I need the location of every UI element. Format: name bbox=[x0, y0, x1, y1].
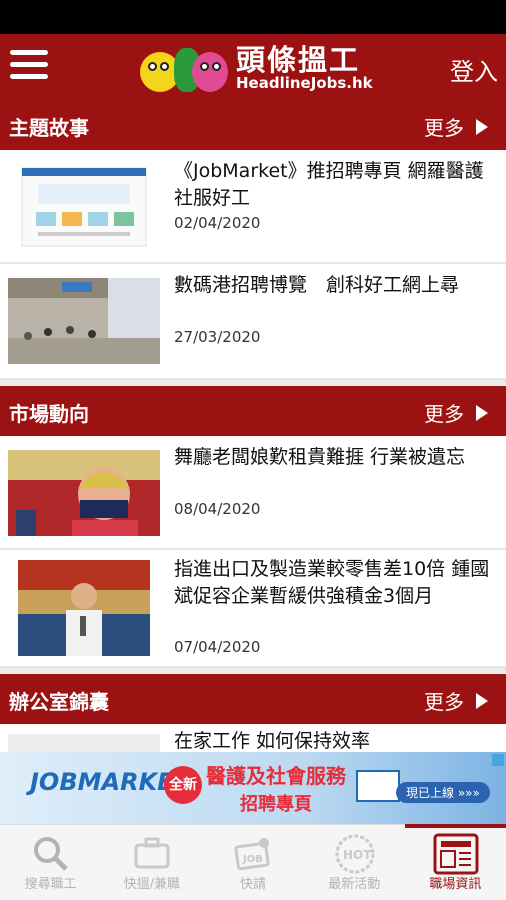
article-item[interactable]: 《JobMarket》推招聘專頁 網羅醫護社服好工 02/04/2020 bbox=[0, 150, 506, 264]
article-date: 07/04/2020 bbox=[174, 638, 261, 656]
mascot-logo-icon bbox=[138, 40, 230, 96]
app-logo[interactable]: 頭條搵工 HeadlineJobs.hk bbox=[138, 40, 373, 96]
tab-label: 搜尋職工 bbox=[24, 877, 77, 892]
article-item[interactable]: 指進出口及製造業較零售差10倍 鍾國斌促容企業暫緩供強積金3個月 07/04/2… bbox=[0, 550, 506, 668]
tab-search[interactable]: 搜尋職工 bbox=[0, 825, 101, 900]
article-title: 《JobMarket》推招聘專頁 網羅醫護社服好工 bbox=[174, 160, 484, 209]
hot-icon: HOT bbox=[335, 834, 375, 874]
search-icon bbox=[34, 837, 68, 871]
tab-parttime[interactable]: 快搵/兼職 bbox=[101, 825, 202, 900]
article-title: 舞廳老闆娘歎租貴難捱 行業被遺忘 bbox=[174, 446, 466, 468]
section-title: 辦公室錦囊 bbox=[9, 690, 109, 714]
section-header-featured: 主題故事 更多 bbox=[0, 100, 506, 150]
more-button[interactable]: 更多 bbox=[424, 686, 488, 715]
tab-label: 最新活動 bbox=[328, 877, 381, 892]
app-header: 頭條搵工 HeadlineJobs.hk 登入 bbox=[0, 34, 506, 100]
logo-subtitle: HeadlineJobs.hk bbox=[236, 74, 373, 92]
article-item[interactable]: 舞廳老闆娘歎租貴難捱 行業被遺忘 08/04/2020 bbox=[0, 436, 506, 550]
more-label: 更多 bbox=[424, 402, 464, 426]
login-button[interactable]: 登入 bbox=[450, 52, 498, 87]
news-icon bbox=[433, 833, 479, 875]
article-date: 08/04/2020 bbox=[174, 500, 261, 518]
more-label: 更多 bbox=[424, 690, 464, 714]
ad-info-icon[interactable] bbox=[492, 754, 504, 766]
tab-label: 快搵/兼職 bbox=[123, 877, 180, 892]
job-pin-icon: JOB bbox=[234, 838, 271, 871]
laptop-icon bbox=[356, 770, 400, 802]
article-date: 27/03/2020 bbox=[174, 328, 261, 346]
chevron-right-icon bbox=[476, 692, 488, 709]
tab-career-news[interactable]: 職場資訊 bbox=[404, 824, 506, 900]
banner-subline: 招聘專頁 bbox=[240, 794, 312, 815]
banner-badge: 全新 bbox=[164, 766, 202, 804]
ad-banner[interactable]: JOBMARKET 全新 醫護及社會服務 招聘專頁 現已上線 »»» bbox=[0, 752, 506, 824]
status-bar bbox=[0, 0, 506, 34]
briefcase-icon bbox=[134, 837, 170, 869]
more-label: 更多 bbox=[424, 116, 464, 140]
article-date: 02/04/2020 bbox=[174, 214, 261, 232]
article-title: 指進出口及製造業較零售差10倍 鍾國斌促容企業暫緩供強積金3個月 bbox=[174, 558, 490, 607]
section-header-office-tips: 辦公室錦囊 更多 bbox=[0, 674, 506, 724]
menu-icon[interactable] bbox=[10, 50, 48, 82]
more-button[interactable]: 更多 bbox=[424, 398, 488, 427]
section-title: 市場動向 bbox=[9, 402, 89, 426]
article-thumbnail bbox=[8, 164, 160, 250]
chevron-right-icon bbox=[476, 404, 488, 421]
section-header-market: 市場動向 更多 bbox=[0, 386, 506, 436]
chevron-right-icon bbox=[476, 118, 488, 135]
more-button[interactable]: 更多 bbox=[424, 112, 488, 141]
section-title: 主題故事 bbox=[9, 116, 89, 140]
tab-quick-hire[interactable]: JOB 快請 bbox=[202, 825, 303, 900]
banner-headline: 醫護及社會服務 bbox=[206, 764, 346, 788]
svg-text:JOB: JOB bbox=[242, 854, 263, 865]
banner-cta: 現已上線 »»» bbox=[396, 782, 490, 803]
article-thumbnail bbox=[8, 278, 160, 364]
bottom-tab-bar: 搜尋職工 快搵/兼職 JOB 快請 HOT 最新活動 職場資訊 bbox=[0, 824, 506, 900]
article-thumbnail bbox=[18, 560, 150, 656]
tab-label: 快請 bbox=[240, 877, 267, 892]
article-title: 在家工作 如何保持效率 bbox=[174, 730, 371, 752]
svg-text:HOT: HOT bbox=[343, 848, 372, 862]
article-title: 數碼港招聘博覽 創科好工網上尋 bbox=[174, 274, 460, 296]
logo-title: 頭條搵工 bbox=[236, 43, 361, 77]
article-item[interactable]: 數碼港招聘博覽 創科好工網上尋 27/03/2020 bbox=[0, 264, 506, 380]
tab-label: 職場資訊 bbox=[429, 877, 482, 892]
tab-events[interactable]: HOT 最新活動 bbox=[304, 825, 405, 900]
article-thumbnail bbox=[8, 450, 160, 536]
